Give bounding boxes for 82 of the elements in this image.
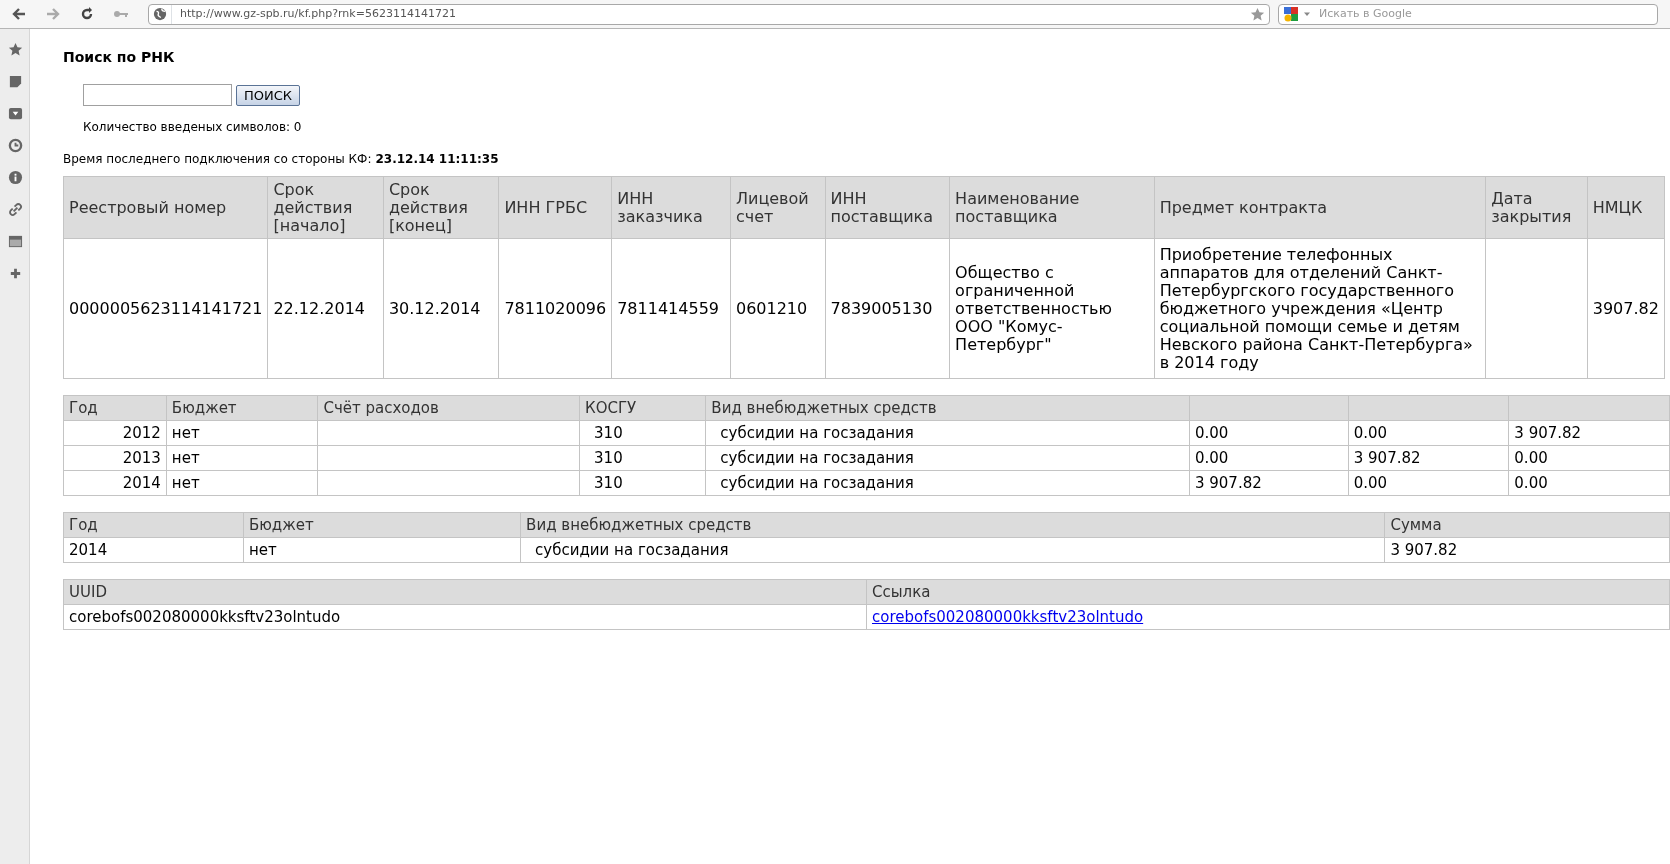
table-cell: нет — [166, 420, 318, 446]
column-header: Счёт расходов — [317, 395, 580, 421]
url-text: http://www.gz-spb.ru/kf.php?rnk=5623114141721 — [179, 5, 457, 22]
note-icon — [7, 73, 23, 89]
download-icon — [7, 105, 23, 121]
column-header: Вид внебюджетных средств — [520, 512, 1385, 538]
table-cell: субсидии на госзадания — [520, 537, 1385, 563]
table-cell: 0.00 — [1189, 420, 1349, 446]
column-header: Срок действия [начало] — [267, 176, 384, 239]
column-header: Реестровый номер — [63, 176, 268, 239]
character-counter: Количество введеных символов: 0 — [83, 119, 303, 136]
table-cell: 0000005623114141721 — [63, 238, 268, 379]
star-icon[interactable] — [1250, 6, 1265, 22]
table-cell: 0.00 — [1508, 445, 1670, 471]
column-header: Наименование поставщика — [949, 176, 1155, 239]
column-header: Сумма — [1384, 512, 1670, 538]
column-header: Бюджет — [243, 512, 521, 538]
history-icon — [7, 137, 23, 153]
table-cell: 22.12.2014 — [267, 238, 384, 379]
column-header: Лицевой счет — [730, 176, 826, 239]
search-button[interactable]: ПОИСК — [236, 84, 301, 106]
table-cell: 310 — [579, 470, 706, 496]
search-title: Поиск по РНК — [63, 48, 176, 67]
column-header: UUID — [63, 579, 867, 605]
reload-icon — [79, 6, 95, 22]
table-cell: 7811020096 — [498, 238, 612, 379]
google-icon — [1283, 6, 1299, 22]
link-icon — [7, 201, 23, 217]
table-cell: 7811414559 — [611, 238, 731, 379]
column-header: НМЦК — [1587, 176, 1665, 239]
table-cell: 0601210 — [730, 238, 826, 379]
table-cell: 2013 — [63, 445, 167, 471]
table-cell: 0.00 — [1348, 470, 1509, 496]
table-cell: субсидии на госзадания — [705, 445, 1190, 471]
table-cell: нет — [166, 445, 318, 471]
table-cell: 3 907.82 — [1384, 537, 1670, 563]
column-header: КОСГУ — [579, 395, 706, 421]
table-cell: 3907.82 — [1587, 238, 1665, 379]
column-header: Дата закрытия — [1485, 176, 1588, 239]
column-header: Срок действия [конец] — [383, 176, 499, 239]
table-cell: 310 — [579, 420, 706, 446]
table-cell: 2014 — [63, 537, 244, 563]
column-header: Ссылка — [866, 579, 1670, 605]
table-cell: 0.00 — [1189, 445, 1349, 471]
column-header: Бюджет — [166, 395, 318, 421]
table-cell: 0.00 — [1508, 470, 1670, 496]
table-cell: Приобретение телефонных аппаратов для отделений Санкт-Петербургского государственного бюджетного учреждения «Центр социальной помощи семье и детям Невского района Санкт-Петербурга» в 2014 году — [1154, 238, 1486, 379]
address-bar[interactable]: http://www.gz-spb.ru/kf.php?rnk=5623114141721 — [148, 3, 1270, 25]
table-cell: субсидии на госзадания — [705, 420, 1190, 446]
column-header: Год — [63, 512, 244, 538]
search-input[interactable] — [83, 84, 232, 106]
column-header: ИНН поставщика — [825, 176, 950, 239]
table-cell: 0.00 — [1348, 420, 1509, 446]
table-cell: 2014 — [63, 470, 167, 496]
column-header: Вид внебюджетных средств — [705, 395, 1190, 421]
table-cell: 30.12.2014 — [383, 238, 499, 379]
table-cell: corebofs002080000kksftv23olntudo — [63, 604, 867, 630]
bookmarks-icon — [7, 41, 23, 57]
table-cell: 2012 — [63, 420, 167, 446]
column-header: ИНН заказчика — [611, 176, 731, 239]
window-icon — [7, 233, 23, 249]
caret-icon — [1303, 10, 1311, 18]
last-connection-time: 23.12.14 11:11:35 — [375, 151, 499, 168]
column-header: Предмет контракта — [1154, 176, 1486, 239]
table-cell: 3 907.82 — [1189, 470, 1349, 496]
table-cell: субсидии на госзадания — [705, 470, 1190, 496]
table-cell: 7839005130 — [825, 238, 950, 379]
table-cell: нет — [243, 537, 521, 563]
table-cell: 3 907.82 — [1508, 420, 1670, 446]
column-header: Год — [63, 395, 167, 421]
globe-icon — [153, 7, 167, 21]
last-connection-label: Время последнего подключения со стороны КФ: — [63, 151, 372, 168]
search-placeholder: Искать в Google — [1319, 5, 1412, 22]
column-header: ИНН ГРБС — [498, 176, 612, 239]
table-cell: 310 — [579, 445, 706, 471]
table-cell: нет — [166, 470, 318, 496]
forward-icon — [45, 6, 61, 22]
table-cell: Общество с ограниченной ответственностью ООО "Комус-Петербург" — [949, 238, 1155, 379]
uuid-link[interactable]: corebofs002080000kksftv23olntudo — [872, 608, 1144, 626]
back-icon — [11, 6, 27, 22]
table-cell: 3 907.82 — [1348, 445, 1509, 471]
info-icon — [7, 169, 23, 185]
